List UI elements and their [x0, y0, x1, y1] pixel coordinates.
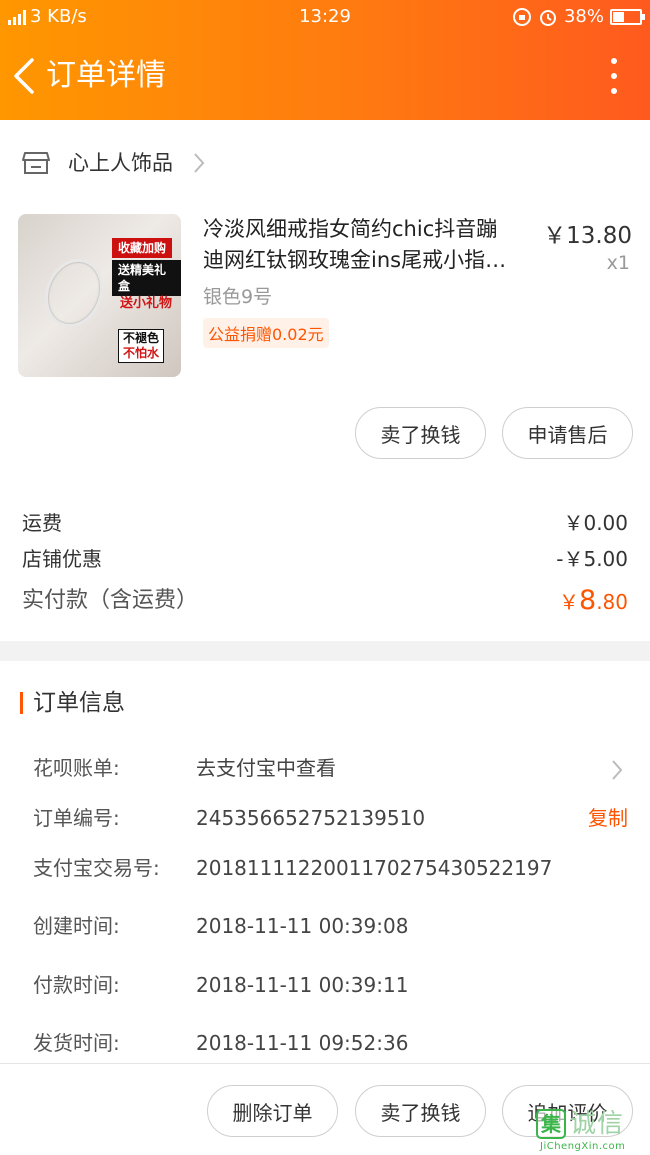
- watermark-text: 诚信: [570, 1109, 625, 1139]
- back-arrow-icon[interactable]: [10, 56, 40, 96]
- alipay-trade-label: 支付宝交易号:: [33, 856, 160, 880]
- order-info-title: 订单信息: [33, 690, 125, 716]
- order-number-label: 订单编号:: [33, 806, 120, 830]
- battery-percent: 38%: [563, 6, 604, 27]
- status-bar: 3 KB/s 13:29 38%: [0, 0, 650, 34]
- ring-illustration: [34, 250, 114, 336]
- heading-accent-bar: [20, 692, 23, 714]
- shipping-label: 运费: [22, 511, 62, 535]
- app-header: 3 KB/s 13:29 38% 订单详情: [0, 0, 650, 120]
- battery-icon: [610, 8, 645, 25]
- alipay-trade-value: 2018111122001170275430522197: [196, 856, 553, 880]
- paid-time-value: 2018-11-11 00:39:11: [196, 973, 409, 997]
- thumb-tag: 送精美礼盒: [112, 260, 181, 296]
- paid-dec: .80: [596, 590, 628, 614]
- shipped-time-value: 2018-11-11 09:52:36: [196, 1031, 409, 1055]
- paid-symbol: ￥: [559, 590, 579, 614]
- charity-badge: 公益捐赠0.02元: [203, 318, 329, 348]
- created-time-label: 创建时间:: [33, 914, 120, 938]
- product-title: 冷淡风细戒指女简约chic抖音蹦 迪网红钛钢玫瑰金ins尾戒小指…: [203, 214, 533, 276]
- section-divider: [0, 641, 650, 661]
- thumb-tag: 收藏加购: [112, 238, 173, 258]
- thumb-tag: 不褪色 不怕水: [118, 329, 165, 363]
- watermark-logo: 集: [536, 1109, 566, 1139]
- page-title: 订单详情: [46, 58, 166, 93]
- chevron-right-icon: [194, 153, 205, 173]
- huabei-value: 去支付宝中查看: [196, 756, 336, 780]
- thumb-tag-line: 不褪色: [123, 331, 160, 345]
- product-item[interactable]: 收藏加购 送精美礼盒 送小礼物 不褪色 不怕水 冷淡风细戒指女简约chic抖音蹦 …: [0, 212, 650, 382]
- shipping-value: ￥0.00: [563, 511, 628, 535]
- chevron-right-icon: [612, 760, 623, 780]
- product-title-line: 迪网红钛钢玫瑰金ins尾戒小指…: [203, 248, 507, 272]
- huabei-row[interactable]: 花呗账单: 去支付宝中查看: [0, 751, 650, 785]
- paid-int: 8: [579, 585, 597, 616]
- store-name: 心上人饰品: [68, 151, 173, 175]
- paid-amount: ￥8.80: [559, 584, 628, 620]
- alarm-icon: [539, 9, 556, 26]
- paid-label: 实付款（含运费）: [22, 588, 199, 613]
- store-row[interactable]: 心上人饰品: [0, 140, 650, 186]
- delete-order-button[interactable]: 删除订单: [207, 1085, 338, 1137]
- shipped-time-label: 发货时间:: [33, 1031, 120, 1055]
- product-image: 收藏加购 送精美礼盒 送小礼物 不褪色 不怕水: [18, 214, 181, 377]
- more-icon[interactable]: [608, 58, 620, 94]
- nav-bar: 订单详情: [0, 46, 650, 106]
- thumb-tag-line: 不怕水: [123, 346, 160, 360]
- copy-button[interactable]: 复制: [588, 801, 628, 835]
- store-icon: [22, 152, 50, 174]
- watermark-domain: JiChengXin.com: [540, 1141, 626, 1152]
- paid-time-row: 付款时间: 2018-11-11 00:39:11: [0, 968, 650, 1002]
- discount-value: -￥5.00: [556, 547, 628, 571]
- created-time-value: 2018-11-11 00:39:08: [196, 914, 409, 938]
- product-sku: 银色9号: [203, 286, 273, 308]
- order-number-value: 245356652752139510: [196, 806, 426, 830]
- status-right: 38%: [512, 6, 645, 27]
- site-watermark: 集 诚信 JiChengXin.com: [532, 1107, 650, 1155]
- created-time-row: 创建时间: 2018-11-11 00:39:08: [0, 909, 650, 943]
- paid-time-label: 付款时间:: [33, 973, 120, 997]
- product-title-line: 冷淡风细戒指女简约chic抖音蹦: [203, 217, 498, 241]
- discount-label: 店铺优惠: [22, 547, 102, 571]
- product-quantity: x1: [606, 252, 630, 274]
- after-sale-button[interactable]: 申请售后: [502, 407, 633, 459]
- sell-button-bottom[interactable]: 卖了换钱: [355, 1085, 486, 1137]
- shipped-time-row: 发货时间: 2018-11-11 09:52:36: [0, 1026, 650, 1060]
- product-price: ￥13.80: [543, 223, 632, 249]
- alipay-trade-row: 支付宝交易号: 2018111122001170275430522197: [0, 851, 650, 885]
- order-number-row: 订单编号: 245356652752139510 复制: [0, 801, 650, 835]
- thumb-tag: 送小礼物: [120, 296, 173, 311]
- huabei-label: 花呗账单:: [33, 756, 120, 780]
- sell-button[interactable]: 卖了换钱: [355, 407, 486, 459]
- rotation-lock-icon: [512, 7, 531, 26]
